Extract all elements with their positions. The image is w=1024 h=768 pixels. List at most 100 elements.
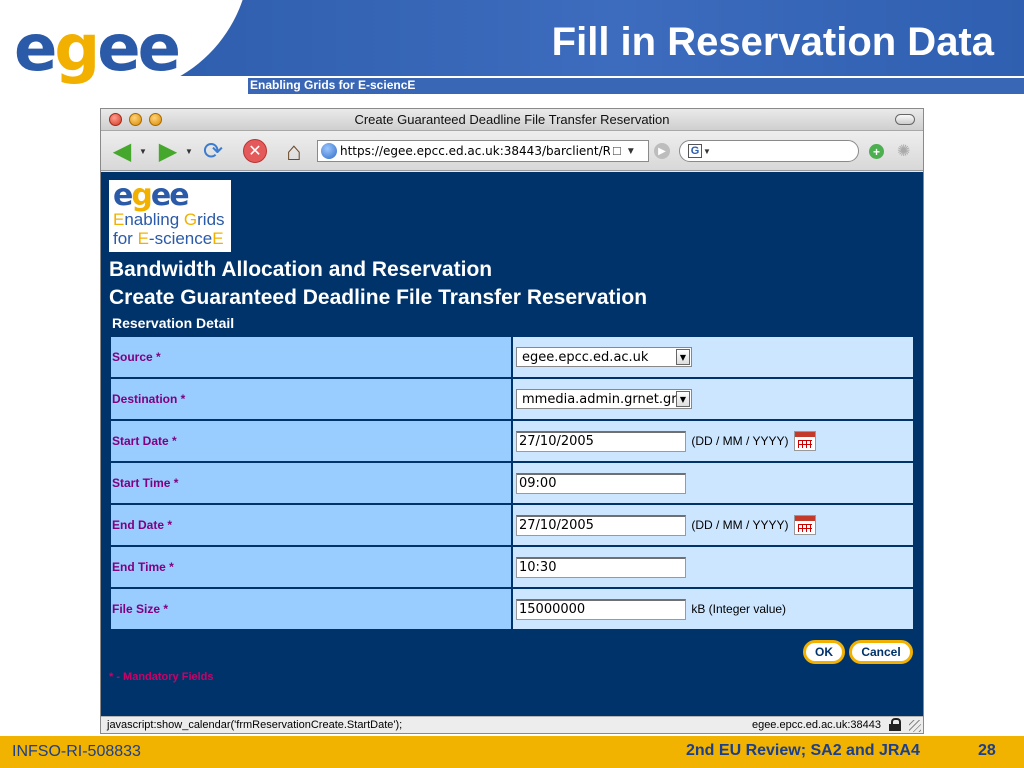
source-label: Source * bbox=[111, 337, 511, 377]
spinner-icon: ✺ bbox=[897, 143, 911, 160]
logo-fragment: -science bbox=[148, 229, 213, 248]
logo-fragment: E bbox=[137, 229, 149, 248]
destination-cell: mmedia.admin.grnet.gr ▼ bbox=[513, 379, 913, 419]
source-select[interactable]: egee.epcc.ed.ac.uk ▼ bbox=[516, 347, 692, 367]
resize-grip-icon[interactable] bbox=[909, 720, 921, 732]
project-id: INFSO-RI-508833 bbox=[12, 743, 141, 760]
back-arrow-icon[interactable]: ◀ bbox=[107, 137, 137, 165]
end-date-label: End Date * bbox=[111, 505, 511, 545]
slide-header: egee Fill in Reservation Data Enabling G… bbox=[0, 0, 1024, 95]
tagline: Enabling Grids for E-sciencE bbox=[250, 78, 416, 92]
start-date-label: Start Date * bbox=[111, 421, 511, 461]
source-cell: egee.epcc.ed.ac.uk ▼ bbox=[513, 337, 913, 377]
form-row-file-size: File Size * 15000000 kB (Integer value) bbox=[111, 589, 913, 629]
logo-fragment: for bbox=[113, 229, 138, 248]
page-egee-logo: egee Enabling Grids for E-scienceE bbox=[109, 180, 231, 252]
footer-caption: 2nd EU Review; SA2 and JRA4 bbox=[686, 742, 920, 759]
add-icon[interactable]: + bbox=[869, 144, 884, 159]
stop-glyph: ✕ bbox=[243, 139, 267, 163]
lock-icon: ☐ bbox=[612, 145, 622, 158]
window-title: Create Guaranteed Deadline File Transfer… bbox=[354, 112, 670, 127]
file-size-label: File Size * bbox=[111, 589, 511, 629]
logo-letter: e bbox=[113, 178, 133, 213]
search-input[interactable]: G ▼ bbox=[679, 140, 859, 162]
page-number: 28 bbox=[978, 742, 996, 759]
cancel-button[interactable]: Cancel bbox=[849, 640, 913, 664]
logo-fragment: E bbox=[113, 210, 125, 229]
logo-letter: e bbox=[14, 12, 57, 86]
search-engine-dropdown-icon[interactable]: ▼ bbox=[703, 147, 711, 156]
page-heading: Bandwidth Allocation and Reservation bbox=[109, 258, 493, 281]
logo-fragment: nabling bbox=[124, 210, 184, 229]
page-subheading: Create Guaranteed Deadline File Transfer… bbox=[109, 286, 648, 309]
back-history-dropdown-icon[interactable]: ▼ bbox=[139, 147, 147, 156]
logo-fragment: E bbox=[212, 229, 224, 248]
page-logo-line1: Enabling Grids bbox=[113, 210, 227, 229]
url-dropdown-icon[interactable]: ▼ bbox=[626, 146, 636, 157]
slide-footer: INFSO-RI-508833 2nd EU Review; SA2 and J… bbox=[0, 736, 1024, 768]
calendar-icon[interactable] bbox=[793, 431, 816, 451]
end-date-cell: 27/10/2005 (DD / MM / YYYY) bbox=[513, 505, 913, 545]
form-row-start-date: Start Date * 27/10/2005 (DD / MM / YYYY) bbox=[111, 421, 913, 461]
end-time-cell: 10:30 bbox=[513, 547, 913, 587]
forward-history-dropdown-icon[interactable]: ▼ bbox=[185, 147, 193, 156]
globe-icon bbox=[321, 143, 337, 159]
lock-icon[interactable] bbox=[889, 718, 901, 731]
start-time-label: Start Time * bbox=[111, 463, 511, 503]
destination-label: Destination * bbox=[111, 379, 511, 419]
window-titlebar: Create Guaranteed Deadline File Transfer… bbox=[101, 109, 923, 131]
go-icon[interactable]: ▶ bbox=[654, 143, 670, 159]
start-time-cell: 09:00 bbox=[513, 463, 913, 503]
browser-toolbar: ◀ ▼ ▶ ▼ ⟳ ✕ ⌂ https://egee.epcc.ed.ac.uk… bbox=[101, 131, 923, 171]
file-size-cell: 15000000 kB (Integer value) bbox=[513, 589, 913, 629]
form-row-end-time: End Time * 10:30 bbox=[111, 547, 913, 587]
forward-arrow-icon[interactable]: ▶ bbox=[153, 137, 183, 165]
file-size-input[interactable]: 15000000 bbox=[516, 598, 686, 620]
url-text[interactable]: https://egee.epcc.ed.ac.uk:38443/barclie… bbox=[340, 144, 610, 158]
status-link-text: javascript:show_calendar('frmReservation… bbox=[107, 719, 403, 731]
home-icon[interactable]: ⌂ bbox=[279, 136, 309, 166]
form-row-source: Source * egee.epcc.ed.ac.uk ▼ bbox=[111, 337, 913, 377]
chevron-down-icon: ▼ bbox=[676, 391, 690, 407]
form-row-start-time: Start Time * 09:00 bbox=[111, 463, 913, 503]
destination-selected-value: mmedia.admin.grnet.gr bbox=[522, 391, 677, 407]
status-bar: javascript:show_calendar('frmReservation… bbox=[101, 716, 923, 733]
end-date-format-hint: (DD / MM / YYYY) bbox=[691, 518, 789, 532]
logo-letter: g bbox=[54, 12, 100, 86]
logo-letter: g bbox=[131, 178, 153, 213]
toolbar-toggle-button[interactable] bbox=[895, 114, 915, 125]
reload-icon[interactable]: ⟳ bbox=[199, 137, 227, 165]
logo-letter: ee bbox=[97, 12, 181, 86]
chevron-down-icon: ▼ bbox=[676, 349, 690, 365]
egee-logo: egee bbox=[14, 12, 181, 86]
address-bar[interactable]: https://egee.epcc.ed.ac.uk:38443/barclie… bbox=[317, 140, 649, 162]
start-date-format-hint: (DD / MM / YYYY) bbox=[691, 434, 789, 448]
stop-icon[interactable]: ✕ bbox=[241, 137, 269, 165]
start-date-cell: 27/10/2005 (DD / MM / YYYY) bbox=[513, 421, 913, 461]
calendar-icon[interactable] bbox=[793, 515, 816, 535]
form-row-destination: Destination * mmedia.admin.grnet.gr ▼ bbox=[111, 379, 913, 419]
source-selected-value: egee.epcc.ed.ac.uk bbox=[522, 349, 649, 365]
logo-fragment: G bbox=[183, 210, 198, 229]
page-logo-line2: for E-scienceE bbox=[113, 229, 227, 248]
start-time-input[interactable]: 09:00 bbox=[516, 472, 686, 494]
logo-fragment: rids bbox=[197, 210, 225, 229]
start-date-input[interactable]: 27/10/2005 bbox=[516, 430, 686, 452]
form-row-end-date: End Date * 27/10/2005 (DD / MM / YYYY) bbox=[111, 505, 913, 545]
ok-button[interactable]: OK bbox=[803, 640, 845, 664]
status-host-text: egee.epcc.ed.ac.uk:38443 bbox=[751, 719, 881, 731]
browser-window: Create Guaranteed Deadline File Transfer… bbox=[100, 108, 924, 734]
end-time-input[interactable]: 10:30 bbox=[516, 556, 686, 578]
section-title: Reservation Detail bbox=[112, 315, 235, 331]
reservation-form: Source * egee.epcc.ed.ac.uk ▼ Destination… bbox=[109, 335, 915, 631]
logo-letter: ee bbox=[150, 178, 190, 213]
page-logo-mark: egee bbox=[113, 181, 227, 211]
slide-title: Fill in Reservation Data bbox=[551, 20, 994, 64]
file-size-unit-hint: kB (Integer value) bbox=[691, 602, 787, 616]
end-time-label: End Time * bbox=[111, 547, 511, 587]
page-content: egee Enabling Grids for E-scienceE Bandw… bbox=[101, 172, 923, 716]
google-icon[interactable]: G bbox=[688, 144, 702, 158]
destination-select[interactable]: mmedia.admin.grnet.gr ▼ bbox=[516, 389, 692, 409]
end-date-input[interactable]: 27/10/2005 bbox=[516, 514, 686, 536]
mandatory-fields-note: * - Mandatory Fields bbox=[109, 671, 214, 683]
